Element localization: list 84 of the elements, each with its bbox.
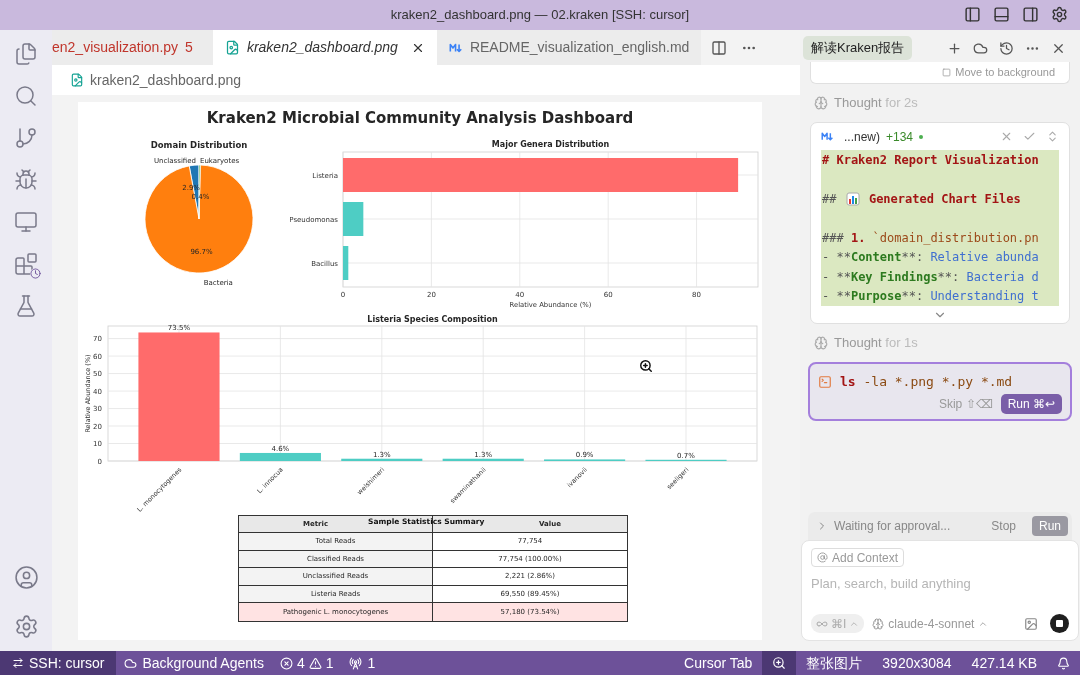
bell-icon[interactable] — [1057, 656, 1070, 670]
status-item[interactable]: 1 — [341, 652, 384, 674]
warning-count: 1 — [325, 653, 334, 673]
error-icon — [279, 656, 293, 670]
error-count: 4 — [296, 653, 305, 673]
bar — [343, 246, 349, 280]
command-text: ls -la *.png *.py *.md — [840, 373, 1013, 391]
tab-label: kraken2_dashboard.png — [246, 38, 398, 57]
dashboard-title: Kraken2 Microbial Community Analysis Dashboard — [205, 108, 635, 130]
settings-icon[interactable] — [13, 614, 39, 639]
plus-icon[interactable] — [947, 40, 962, 56]
reject-icon[interactable] — [1000, 130, 1013, 143]
markdown-icon — [821, 130, 834, 143]
window-title: kraken2_dashboard.png — 02.kraken [SSH: cursor] — [390, 6, 690, 25]
brain-icon — [872, 617, 885, 630]
cloud-icon — [124, 656, 138, 670]
background-action[interactable]: Move to background — [955, 64, 1055, 81]
bar — [343, 202, 364, 236]
diff-file-name: ...new) — [844, 128, 880, 146]
image-file-icon — [224, 40, 240, 55]
status-item[interactable]: Background Agents — [116, 652, 272, 674]
antenna-icon — [349, 656, 363, 670]
editor-tab[interactable]: README_visualization_english.md — [436, 30, 702, 65]
bug-icon[interactable] — [14, 168, 38, 192]
editor-tab[interactable]: en2_visualization.py 5 — [52, 30, 213, 65]
run-button[interactable]: Run — [1032, 516, 1068, 536]
status-item[interactable]: Cursor Tab — [674, 652, 763, 674]
chart-title: Listeria Species Composition — [367, 315, 498, 324]
status-item[interactable]: 3920x3084 — [872, 652, 962, 674]
prompt-field[interactable]: Plan, search, build anything — [811, 574, 1069, 594]
zoom-button[interactable] — [762, 651, 797, 675]
panel-left-icon[interactable] — [964, 6, 981, 23]
stop-button[interactable] — [1050, 614, 1069, 633]
code-line: # Kraken2 Report Visualization — [822, 151, 1040, 169]
problem-count: 5 — [185, 38, 193, 57]
brain-icon — [814, 96, 828, 110]
brain-icon — [814, 336, 828, 350]
remote-status[interactable]: SSH: cursor — [0, 651, 117, 675]
approval-status: Waiting for approval... — [834, 518, 952, 535]
status-item[interactable]: 整张图片 — [796, 652, 873, 674]
clock-badge-icon — [30, 268, 41, 279]
split-editor-icon[interactable] — [711, 39, 728, 56]
panel-bottom-icon[interactable] — [993, 6, 1010, 23]
tab-label: en2_visualization.py — [52, 38, 179, 57]
zoom-icon — [772, 656, 787, 670]
history-icon[interactable] — [999, 40, 1014, 56]
image-file-icon — [70, 73, 84, 87]
problems-status[interactable]: 4 1 — [271, 652, 342, 674]
flask-icon[interactable] — [14, 294, 38, 318]
at-icon — [817, 552, 828, 563]
accept-icon[interactable] — [1023, 130, 1036, 143]
settings-icon[interactable] — [1051, 6, 1068, 23]
warning-icon — [308, 656, 322, 670]
chart-title: Domain Distribution — [150, 140, 248, 150]
panel-right-icon[interactable] — [1022, 6, 1039, 23]
code-line: - **Key Findings**: Bacteria d — [822, 268, 1040, 286]
square-icon — [942, 68, 952, 77]
status-item[interactable]: 427.14 KB — [961, 652, 1047, 674]
zoom-cursor-icon — [639, 359, 653, 373]
monitor-icon[interactable] — [14, 210, 38, 234]
add-context-button[interactable]: Add Context — [811, 548, 905, 567]
search-icon[interactable] — [14, 84, 38, 108]
image-icon[interactable] — [1024, 616, 1038, 631]
expand-icon[interactable] — [1046, 130, 1059, 143]
run-button[interactable]: Run ⌘↩ — [1000, 393, 1062, 414]
files-icon[interactable] — [14, 42, 38, 66]
code-line: ### 1. `domain_distribution.pn — [822, 229, 1040, 247]
breadcrumb[interactable]: kraken2_dashboard.png — [90, 69, 241, 91]
code-line: ## Generated Chart Files — [822, 190, 1022, 208]
branch-icon[interactable] — [14, 126, 38, 150]
code-line: - **Content**: Relative abunda — [822, 249, 1040, 267]
cloud-icon[interactable] — [973, 40, 988, 56]
model-selector[interactable]: claude-4-sonnet — [872, 614, 989, 633]
terminal-icon — [818, 374, 832, 389]
editor-tab[interactable]: kraken2_dashboard.png — [212, 30, 437, 65]
additions-count: +134 — [886, 128, 914, 146]
blocks-icon[interactable] — [14, 252, 38, 276]
chat-title-tab[interactable]: 解读Kraken报告 — [803, 36, 913, 60]
arrows-icon — [12, 657, 24, 669]
chart-title: Major Genera Distribution — [491, 140, 610, 149]
code-line: - **Purpose**: Understanding t — [822, 288, 1040, 306]
tab-label: README_visualization_english.md — [469, 38, 690, 57]
account-icon[interactable] — [13, 565, 39, 590]
stop-button[interactable]: Stop — [991, 517, 1016, 535]
